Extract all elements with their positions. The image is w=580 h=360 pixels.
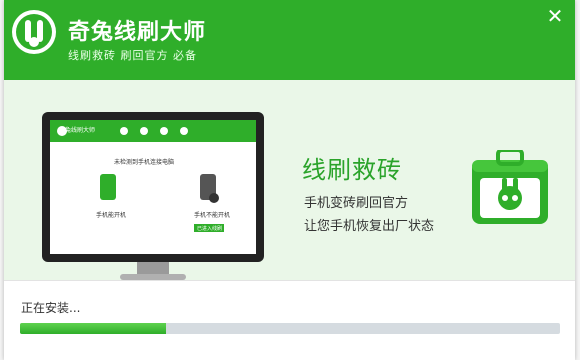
installer-window: 奇兔线刷大师 线刷救砖 刷回官方 必备 ✕ 奇兔线刷大师 未检测到手机连接电脑 … (4, 0, 575, 360)
feature-title: 线刷救砖 (302, 156, 402, 184)
header-bar: 奇兔线刷大师 线刷救砖 刷回官方 必备 ✕ (4, 0, 575, 80)
app-subtitle: 线刷救砖 刷回官方 必备 (68, 49, 197, 62)
screen-prompt: 未检测到手机连接电脑 (114, 159, 175, 166)
rabbit-toolbox-icon (472, 148, 548, 228)
install-progress-fill (20, 323, 166, 334)
screen-app-title: 奇兔线刷大师 (59, 127, 96, 134)
app-title: 奇兔线刷大师 (68, 20, 207, 45)
screen-left-label: 手机能开机 (96, 212, 127, 219)
feature-desc-1: 手机变砖刷回官方 (304, 196, 409, 211)
feature-desc-2: 让您手机恢复出厂状态 (304, 219, 435, 234)
install-footer: 正在安装... (4, 280, 575, 360)
app-logo-icon (10, 8, 58, 56)
monitor-illustration (42, 112, 272, 286)
feature-panel: 奇兔线刷大师 未检测到手机连接电脑 手机能开机 手机不能开机 已进入线刷 线刷救… (4, 80, 575, 280)
install-status: 正在安装... (21, 301, 81, 315)
install-progress-bar (20, 323, 560, 334)
close-button[interactable]: ✕ (543, 4, 567, 28)
screen-right-label: 手机不能开机 (194, 212, 231, 219)
close-icon: ✕ (546, 4, 564, 28)
screen-button-label: 已进入线刷 (197, 226, 223, 232)
